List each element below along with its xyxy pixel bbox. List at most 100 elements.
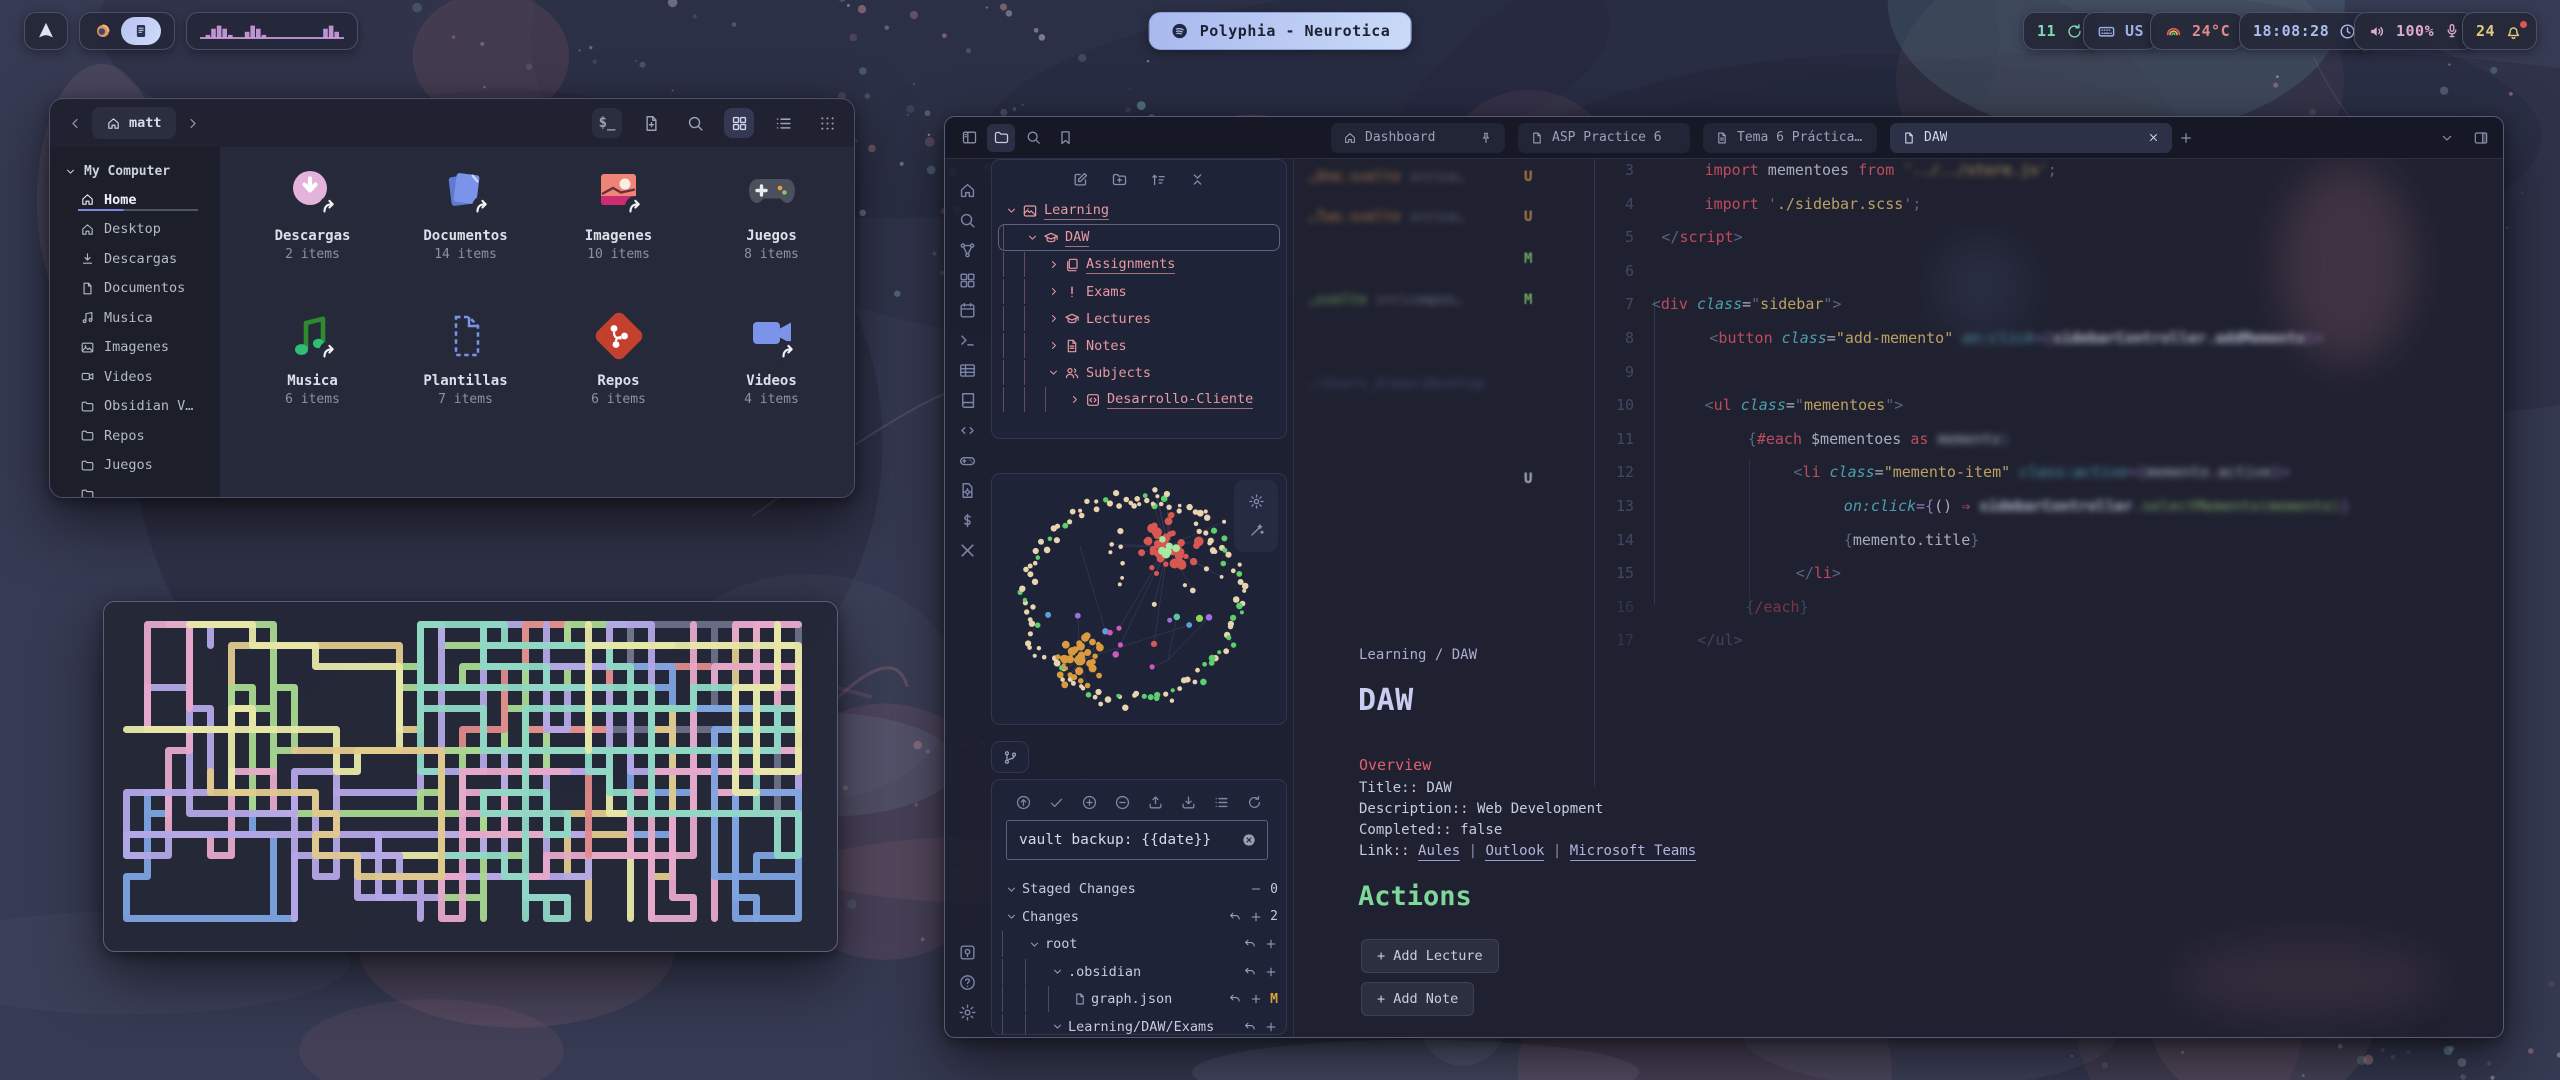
widget-clock[interactable]: 18:08:28 [2239,12,2371,50]
terminal-pipes-window[interactable] [103,601,838,952]
git-row-undo-button[interactable] [1243,965,1257,979]
forward-button[interactable] [180,110,206,136]
graph-wand-button[interactable] [1248,522,1265,539]
chevron-down-icon[interactable] [1003,204,1019,217]
git-panel-tab[interactable] [991,741,1029,773]
ribbon-dollar-button[interactable] [953,505,983,535]
git-list-button[interactable] [1213,794,1230,811]
graph-gear-button[interactable] [1248,493,1265,510]
explorer-edit-button[interactable] [1072,171,1089,188]
note-breadcrumb[interactable]: Learning / DAW [1359,647,1477,663]
chevron-right-icon[interactable] [1045,312,1061,325]
grid-view-button[interactable] [724,108,754,138]
file-item-imagenes[interactable]: Imagenes10 items [542,163,695,262]
action-button--add-lecture[interactable]: + Add Lecture [1361,939,1499,973]
chevron-down-icon[interactable] [1025,938,1043,951]
split-pane-button[interactable] [2473,130,2489,146]
ribbon-gamepad-button[interactable] [953,445,983,475]
ribbon-tools-button[interactable] [953,535,983,565]
close-tab-button[interactable] [2147,131,2160,144]
ribbon-gear-button[interactable] [953,997,983,1027]
file-item-plantillas[interactable]: Plantillas7 items [389,308,542,407]
app-button[interactable] [94,22,112,40]
git-row-plus-button[interactable] [1264,965,1278,979]
files-view-button[interactable] [987,124,1015,152]
link-outlook[interactable]: Outlook [1485,843,1544,861]
link-microsoft-teams[interactable]: Microsoft Teams [1570,843,1696,861]
toggle-left-sidebar-button[interactable] [955,124,983,152]
tree-item-desarrollo-cliente[interactable]: Desarrollo-Cliente [998,386,1280,413]
ribbon-home-button[interactable] [953,175,983,205]
sidebar-item-imagenes[interactable]: Imagenes [64,333,220,363]
back-button[interactable] [62,110,88,136]
git-tray-down-button[interactable] [1180,794,1197,811]
explorer-collapse-button[interactable] [1189,171,1206,188]
commit-message-input[interactable] [1017,831,1241,849]
search-button[interactable] [680,108,710,138]
link-aules[interactable]: Aules [1418,843,1460,861]
open-terminal-button[interactable]: $_ [592,108,622,138]
chevron-right-icon[interactable] [1066,393,1082,406]
git-arrow-up-circle-button[interactable] [1015,794,1032,811]
git-row-undo-button[interactable] [1243,1020,1257,1034]
sidebar-item-home[interactable]: Home [64,185,220,215]
tab-list-button[interactable] [2439,130,2455,146]
git-minus-circle-button[interactable] [1114,794,1131,811]
git-row-plus-button[interactable] [1264,937,1278,951]
sidebar-item-desktop[interactable]: Desktop [64,215,220,245]
git-row-graph-json[interactable]: graph.jsonM [1002,986,1278,1012]
tab-asp-practice-6[interactable]: ASP Practice 6 [1518,123,1690,153]
file-item-videos[interactable]: Videos4 items [695,308,848,407]
sidebar-item-clipped[interactable] [64,480,220,497]
explorer-sort-button[interactable] [1150,171,1167,188]
sidebar-item-juegos[interactable]: Juegos [64,451,220,481]
file-item-repos[interactable]: Repos6 items [542,308,695,407]
chevron-down-icon[interactable] [1024,231,1040,244]
menu-button[interactable] [812,108,842,138]
chevron-right-icon[interactable] [1045,339,1061,352]
file-item-juegos[interactable]: Juegos8 items [695,163,848,262]
active-app-chip[interactable] [121,17,161,45]
tree-item-lectures[interactable]: Lectures [998,305,1280,332]
new-tab-button[interactable] [2172,124,2200,152]
git-row-undo-button[interactable] [1243,937,1257,951]
launcher-button[interactable] [24,12,68,50]
ribbon-vault-button[interactable] [953,937,983,967]
ribbon-terminal-button[interactable] [953,325,983,355]
chevron-down-icon[interactable] [1002,910,1020,923]
git-plus-circle-button[interactable] [1081,794,1098,811]
sidebar-item-descargas[interactable]: Descargas [64,244,220,274]
ribbon-help-button[interactable] [953,967,983,997]
tree-item-subjects[interactable]: Subjects [998,359,1280,386]
chevron-down-icon[interactable] [1045,366,1061,379]
chevron-down-icon[interactable] [1002,883,1020,896]
action-button--add-note[interactable]: + Add Note [1361,982,1474,1016]
file-item-musica[interactable]: Musica6 items [236,308,389,407]
ribbon-code-button[interactable] [953,415,983,445]
git-row-changes[interactable]: Changes2 [1002,904,1278,930]
new-folder-button[interactable] [636,108,666,138]
list-view-button[interactable] [768,108,798,138]
explorer-folder-plus-button[interactable] [1111,171,1128,188]
ribbon-calendar-button[interactable] [953,295,983,325]
ribbon-network-button[interactable] [953,235,983,265]
taskbar[interactable] [79,12,175,50]
chevron-right-icon[interactable] [1045,258,1061,271]
tree-item-learning[interactable]: Learning [998,197,1280,224]
git-row-plus-button[interactable] [1249,910,1263,924]
widget-weather[interactable]: 24°C [2150,12,2244,50]
sidebar-item-obsidian-v-[interactable]: Obsidian V… [64,392,220,422]
bookmarks-view-button[interactable] [1051,124,1079,152]
widget-audio[interactable]: 100% [2354,12,2475,50]
ribbon-layout-grid-button[interactable] [953,265,983,295]
git-row-plus-button[interactable] [1249,992,1263,1006]
search-view-button[interactable] [1019,124,1047,152]
tree-item-notes[interactable]: Notes [998,332,1280,359]
ribbon-search-button[interactable] [953,205,983,235]
chevron-down-icon[interactable] [1048,965,1066,978]
media-player-widget[interactable]: Polyphia - Neurotica [1149,12,1412,50]
git-refresh-button[interactable] [1246,794,1263,811]
breadcrumb[interactable]: matt [92,107,176,139]
tree-item-assignments[interactable]: Assignments [998,251,1280,278]
sidebar-item-repos[interactable]: Repos [64,421,220,451]
